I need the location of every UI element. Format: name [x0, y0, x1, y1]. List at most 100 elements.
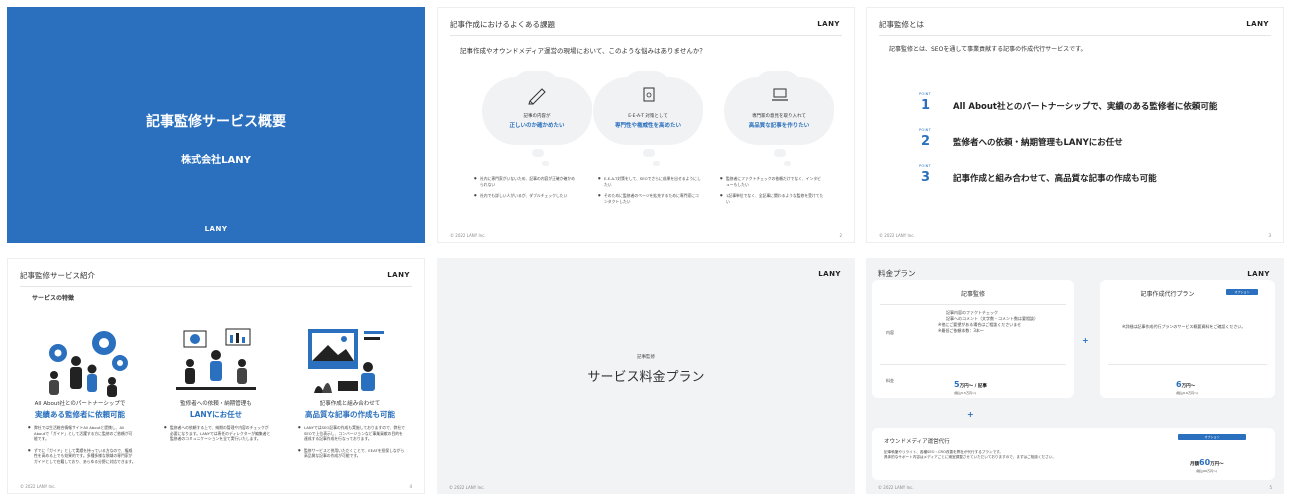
divider — [450, 35, 842, 36]
feature-bullets: LANYではSEO記事の作成も実施しておりますので、弊社でSEOで上位表示し、コ… — [298, 425, 406, 465]
page-number: 2 — [839, 233, 842, 238]
logo: LANY — [1247, 270, 1270, 278]
bullet-item: 社内に専門家がいないため、記事の内容が正確か確かめられない — [474, 176, 578, 187]
plus-icon: + — [1082, 336, 1089, 345]
point-item: POINT 1 All About社とのパートナーシップで、実績のある監修者に依… — [919, 92, 1217, 113]
page-number: 4 — [409, 484, 412, 489]
slide-pricing[interactable]: 料金プラン LANY 記事監修 内容 記事内容のファクトチェック 記事へのコメン… — [866, 258, 1284, 494]
page-number: 3 — [1268, 233, 1271, 238]
feature-bullets: 弊社では生活総合情報サイトAll Aboutと提携し、All Aboutで「ガイ… — [28, 425, 136, 470]
cloud-line2: 専門性や権威性を高めたい — [614, 123, 681, 129]
option-badge: オプション — [1226, 289, 1258, 295]
copyright: © 2022 LANY Inc. — [449, 485, 485, 490]
copyright: © 2022 LANY Inc. — [20, 484, 56, 489]
writer-illustration — [308, 329, 384, 393]
point-label: POINT — [919, 128, 932, 132]
slide-title: 記事監修とは — [879, 20, 924, 29]
price-tax: (税込6.6万円〜) — [1176, 391, 1199, 395]
divider — [879, 35, 1271, 36]
price-tax: (税込5.5万円〜) — [954, 391, 977, 395]
cloud-line2: 正しいのか確かめたい — [509, 123, 565, 129]
desc-line: 具体的なサポート内容はメディアごとに適宜調整させていただいておりますので、まずは… — [884, 455, 1056, 460]
bullet-item: 監修者への依頼する上で、納期の管理や内容のチェックが必要になります。LANYでは… — [164, 425, 272, 442]
bullet-item: 社内でも詳しい人がいるが、ダブルチェックしたい — [474, 193, 578, 199]
plan-note: ※詳細は記事作成代行プランのサービス概要資料をご確認ください。 — [1122, 324, 1246, 329]
row-label-content: 内容 — [886, 330, 894, 335]
people-gears-illustration — [49, 331, 128, 397]
slide-issues[interactable]: 記事作成におけるよくある課題 LANY 記事作成やオウンドメディア運営の現場にお… — [437, 7, 855, 243]
section-title: サービス料金プラン — [587, 370, 705, 385]
price-tax: (税込66万円〜) — [1196, 469, 1218, 473]
slide-cover[interactable]: 記事監修サービス概要 株式会社LANY LANY — [7, 7, 425, 243]
cloud-line1: 専門家の意見を取り入れて — [752, 114, 806, 119]
logo: LANY — [387, 271, 410, 279]
issue-bullets: 監修者にファクトチェックの依頼だけでなく、インタビューもしたい 1記事単位でなく… — [720, 176, 824, 210]
point-number: 1 — [921, 98, 931, 113]
plan-heading: オウンドメディア運営代行 — [884, 439, 950, 445]
logo: LANY — [817, 20, 840, 28]
logo: LANY — [1246, 20, 1269, 28]
plan-heading: 記事監修 — [960, 291, 985, 298]
bullet-item: 弊社では生活総合情報サイトAll Aboutと提携し、All Aboutで「ガイ… — [28, 425, 136, 442]
slide-about[interactable]: 記事監修とは LANY 記事監修とは、SEOを通して事業貢献する記事の作成代行サ… — [866, 7, 1284, 243]
cloud-line2: 高品質な記事を作りたい — [748, 123, 810, 129]
document-icon — [643, 87, 655, 102]
bullet-item: 1記事単位でなく、全記事に関わるような監修を受けてたい — [720, 193, 824, 204]
cover-company: 株式会社LANY — [181, 155, 251, 166]
bullet-item: ずでに「ガイド」として実績を持っている方なので、権威性を高める上でも効果的です。… — [28, 448, 136, 465]
plan-price: 6万円〜 (税込6.6万円〜) — [1176, 372, 1198, 395]
slide-pricing-divider[interactable]: LANY 記事監修 サービス料金プラン © 2022 LANY Inc. — [437, 258, 855, 494]
laptop-icon — [772, 88, 788, 101]
slide-title: 記事作成におけるよくある課題 — [450, 20, 555, 29]
divider — [20, 286, 412, 287]
feature-line1: 記事作成と組み合わせて — [319, 401, 381, 407]
cover-title: 記事監修サービス概要 — [146, 114, 286, 130]
point-text: 記事作成と組み合わせて、高品質な記事の作成も可能 — [953, 174, 1157, 184]
price-number: 60 — [1199, 458, 1211, 467]
point-item: POINT 2 監修者への依頼・納期管理もLANYにお任せ — [919, 128, 1123, 149]
slide-service-intro[interactable]: 記事監修サービス紹介 LANY サービスの特徴 All About社とのパートナ… — [7, 258, 425, 494]
bullet-item: LANYではSEO記事の作成も実施しておりますので、弊社でSEOで上位表示し、コ… — [298, 425, 406, 442]
lead-text: 記事監修とは、SEOを通して事業貢献する記事の作成代行サービスです。 — [889, 46, 1087, 53]
bullet-item: 監修サービスと併用いただくことで、EEATを担保しながら高品質な記事の作成が可能… — [298, 448, 406, 459]
point-label: POINT — [919, 164, 932, 168]
issue-bullets: 社内に専門家がいないため、記事の内容が正確か確かめられない 社内でも詳しい人がい… — [474, 176, 578, 205]
point-number: 3 — [921, 170, 931, 185]
feature-line1: 監修者への依頼・納期管理も — [180, 401, 252, 407]
plan-card-writing: 記事作成代行プラン オプション ※詳細は記事作成代行プランのサービス概要資料をご… — [1100, 280, 1275, 398]
feature-bullets: 監修者への依頼する上で、納期の管理や内容のチェックが必要になります。LANYでは… — [164, 425, 272, 448]
section-heading: サービスの特徴 — [32, 295, 75, 302]
page-number: 5 — [1269, 485, 1272, 490]
copyright: © 2022 LANY Inc. — [878, 485, 914, 490]
slide-title: 料金プラン — [878, 269, 916, 278]
divider — [1108, 364, 1267, 365]
bullet-item: そのために監修者のページを拡充するために専門家にコンタクトしたい — [598, 193, 702, 204]
section-kicker: 記事監修 — [637, 355, 655, 360]
plan-price: 5万円〜 / 記事 (税込5.5万円〜) — [954, 372, 987, 395]
price-unit: 万円〜 / 記事 — [959, 384, 987, 389]
plan-card-supervision: 記事監修 内容 記事内容のファクトチェック 記事へのコメント（文字数・コメント数… — [872, 280, 1074, 398]
price-unit: 万円〜 — [1210, 462, 1224, 467]
feature-line2: LANYにお任せ — [189, 410, 243, 419]
issue-bullets: E-E-A-T対策をして、SEOでさらに成果を出せるようにしたい そのために監修… — [598, 176, 702, 210]
cover-logo: LANY — [204, 225, 228, 233]
plan-card-media: オウンドメディア運営代行 オプション 記事執筆やリライト、各種SEO・CRO改善… — [872, 428, 1275, 480]
divider — [880, 304, 1066, 305]
option-badge: オプション — [1178, 434, 1246, 440]
plan-price: 月額60万円〜 (税込66万円〜) — [1190, 450, 1224, 473]
point-item: POINT 3 記事作成と組み合わせて、高品質な記事の作成も可能 — [919, 164, 1157, 185]
bullet-item: 監修者にファクトチェックの依頼だけでなく、インタビューもしたい — [720, 176, 824, 187]
point-text: 監修者への依頼・納期管理もLANYにお任せ — [953, 138, 1123, 148]
copyright: © 2022 LANY Inc. — [450, 233, 486, 238]
issue-cloud: 記事の内容が 正しいのか確かめたい — [478, 71, 596, 166]
point-number: 2 — [921, 134, 931, 149]
issue-cloud: E-E-A-T 対策として 専門性や権威性を高めたい — [589, 71, 707, 166]
plus-icon: + — [967, 410, 974, 419]
feature-line1: All About社とのパートナーシップで — [34, 401, 126, 407]
plan-description: 記事執筆やリライト、各種SEO・CRO改善を弊社が代行するプランです。 具体的な… — [884, 450, 1164, 461]
cloud-line1: E-E-A-T 対策として — [628, 114, 668, 119]
pencil-icon — [528, 88, 546, 105]
row-label-price: 料金 — [886, 378, 894, 383]
copyright: © 2022 LANY Inc. — [879, 233, 915, 238]
feature-line2: 高品質な記事の作成も可能 — [305, 410, 395, 419]
